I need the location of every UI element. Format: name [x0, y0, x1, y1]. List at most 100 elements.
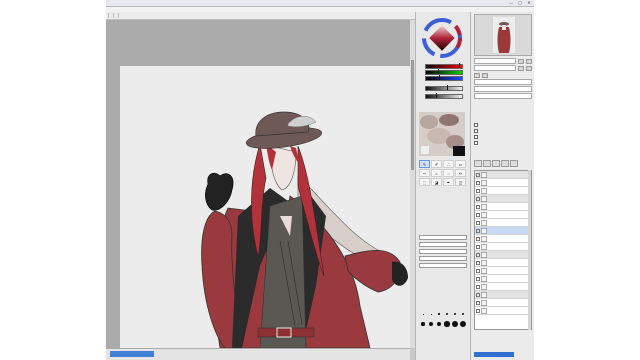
- layer-row[interactable]: [475, 219, 531, 227]
- layer-folder-row[interactable]: [475, 291, 531, 299]
- binary-pen-button[interactable]: ✒: [443, 178, 454, 186]
- rotate-right-button[interactable]: [526, 65, 532, 71]
- selection-eraser-button[interactable]: ◫: [455, 178, 466, 186]
- green-slider-knob[interactable]: [437, 69, 439, 74]
- blue-slider[interactable]: [419, 75, 467, 81]
- color-wheel-icon[interactable]: [422, 18, 462, 58]
- layer-option-checkbox[interactable]: [474, 141, 478, 145]
- layer-row[interactable]: [475, 299, 531, 307]
- selection-source-checkbox[interactable]: [474, 135, 478, 139]
- pencil-tool-button[interactable]: ✏: [455, 169, 466, 177]
- layer-row[interactable]: [475, 227, 531, 235]
- layer-folder-row[interactable]: [475, 195, 531, 203]
- visibility-toggle[interactable]: [476, 276, 480, 281]
- zoom-in-button[interactable]: [518, 58, 524, 64]
- visibility-toggle[interactable]: [476, 300, 480, 305]
- brush-size-preset[interactable]: [459, 310, 467, 318]
- brush-size-preset[interactable]: [435, 320, 443, 328]
- layer-mode-select[interactable]: [474, 79, 532, 85]
- airbrush-tool-button[interactable]: ∴: [443, 160, 454, 168]
- brush-persistence-row[interactable]: [419, 262, 467, 269]
- blue-slider-knob[interactable]: [439, 75, 441, 80]
- blur-tool-button[interactable]: ◌: [443, 169, 454, 177]
- value-slider-2[interactable]: [419, 93, 467, 99]
- value-slider-knob[interactable]: [446, 85, 448, 90]
- drawing-paper[interactable]: [120, 66, 410, 348]
- layer-row[interactable]: [475, 283, 531, 291]
- layer-folder-row[interactable]: [475, 171, 531, 179]
- layer-row[interactable]: [475, 179, 531, 187]
- visibility-toggle[interactable]: [476, 284, 480, 289]
- visibility-toggle[interactable]: [476, 260, 480, 265]
- reset-view-button[interactable]: [482, 72, 488, 78]
- merge-layer-button[interactable]: [501, 160, 509, 167]
- brush-size-preset[interactable]: [419, 320, 427, 328]
- brush-size-preset[interactable]: [443, 310, 451, 318]
- new-layer-button[interactable]: [474, 160, 482, 167]
- brush-size-preset[interactable]: [435, 310, 443, 318]
- fill-tool-button[interactable]: ◪: [431, 178, 442, 186]
- flip-button[interactable]: [474, 72, 480, 78]
- layer-row[interactable]: [475, 243, 531, 251]
- brush-size-preset[interactable]: [427, 320, 435, 328]
- delete-layer-button[interactable]: [510, 160, 518, 167]
- visibility-toggle[interactable]: [476, 268, 480, 273]
- select-tool-button[interactable]: ⬚: [419, 178, 430, 186]
- navigator-preview[interactable]: [474, 14, 532, 56]
- marker-tool-button[interactable]: ✑: [419, 169, 430, 177]
- visibility-toggle[interactable]: [476, 172, 480, 177]
- rotate-left-button[interactable]: [518, 65, 524, 71]
- layer-row[interactable]: [475, 267, 531, 275]
- visibility-toggle[interactable]: [476, 180, 480, 185]
- brush-size-preset[interactable]: [427, 310, 435, 318]
- visibility-toggle[interactable]: [476, 292, 480, 297]
- layer-extra-field[interactable]: [474, 93, 532, 99]
- new-folder-button[interactable]: [492, 160, 500, 167]
- brush-size-preset[interactable]: [451, 310, 459, 318]
- zoom-level[interactable]: [110, 351, 154, 357]
- visibility-toggle[interactable]: [476, 204, 480, 209]
- visibility-toggle[interactable]: [476, 196, 480, 201]
- brush-size-preset[interactable]: [443, 320, 451, 328]
- value-slider-2-knob[interactable]: [435, 93, 437, 98]
- layer-row[interactable]: [475, 203, 531, 211]
- brush-density-row[interactable]: [419, 241, 467, 248]
- minimize-button[interactable]: —: [508, 0, 514, 5]
- visibility-toggle[interactable]: [476, 212, 480, 217]
- visibility-toggle[interactable]: [476, 236, 480, 241]
- layer-row[interactable]: [475, 307, 531, 315]
- brush-size-preset[interactable]: [419, 310, 427, 318]
- brush-size-preset[interactable]: [459, 320, 467, 328]
- layer-row[interactable]: [475, 187, 531, 195]
- scratchpad-mixer[interactable]: [419, 112, 465, 156]
- visibility-toggle[interactable]: [476, 244, 480, 249]
- watercolor-tool-button[interactable]: ≈: [431, 169, 442, 177]
- eraser-tool-button[interactable]: ▭: [455, 160, 466, 168]
- scrollbar-thumb[interactable]: [411, 60, 414, 170]
- maximize-button[interactable]: ▢: [517, 0, 523, 5]
- layer-row[interactable]: [475, 211, 531, 219]
- new-linework-layer-button[interactable]: [483, 160, 491, 167]
- visibility-toggle[interactable]: [476, 308, 480, 313]
- brush-dilution-row[interactable]: [419, 255, 467, 262]
- green-slider[interactable]: [419, 69, 467, 75]
- zoom-out-button[interactable]: [526, 58, 532, 64]
- visibility-toggle[interactable]: [476, 188, 480, 193]
- pen-tool-button[interactable]: ✎: [419, 160, 430, 168]
- brush-size-preset[interactable]: [451, 320, 459, 328]
- red-slider[interactable]: [419, 63, 467, 69]
- brush-tool-button[interactable]: ✐: [431, 160, 442, 168]
- clipping-group-checkbox[interactable]: [474, 129, 478, 133]
- visibility-toggle[interactable]: [476, 252, 480, 257]
- canvas-area[interactable]: [106, 20, 410, 348]
- brush-blend-row[interactable]: [419, 248, 467, 255]
- navigator-angle-field[interactable]: [474, 65, 516, 71]
- layer-row[interactable]: [475, 235, 531, 243]
- brush-size-row[interactable]: [419, 234, 467, 241]
- red-slider-knob[interactable]: [459, 63, 461, 68]
- layer-list-scrollbar[interactable]: [528, 170, 531, 330]
- close-button[interactable]: ✕: [526, 0, 532, 5]
- layer-opacity-field[interactable]: [474, 86, 532, 92]
- layer-folder-row[interactable]: [475, 251, 531, 259]
- protect-alpha-checkbox[interactable]: [474, 123, 478, 127]
